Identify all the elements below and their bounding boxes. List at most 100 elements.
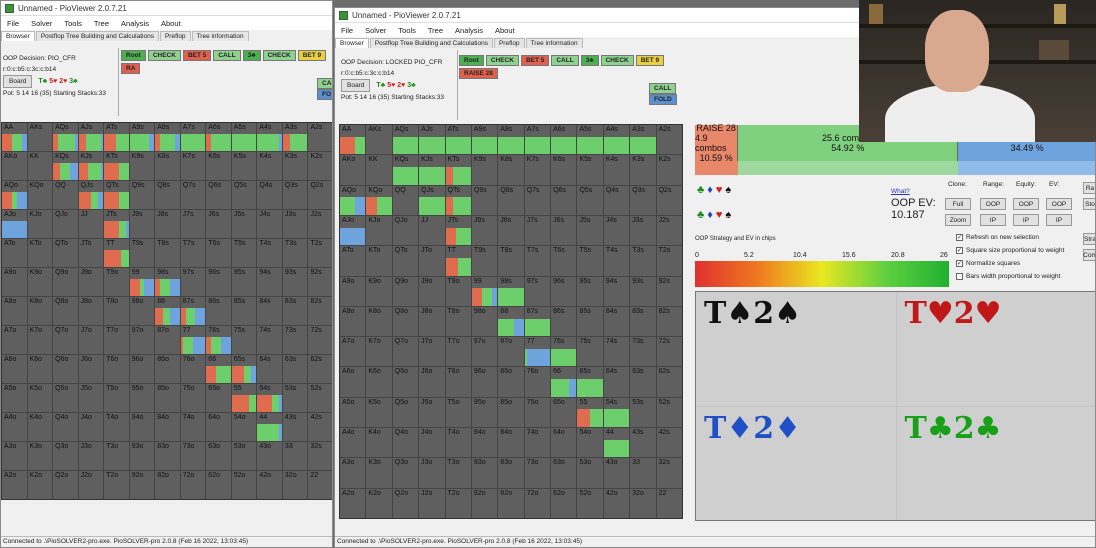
hand-cell[interactable]: 63s <box>630 367 656 397</box>
hand-cell[interactable]: Q4s <box>257 181 282 209</box>
hand-cell[interactable]: T8o <box>445 306 471 337</box>
hand-cell[interactable]: K3s <box>282 152 308 180</box>
hand-cell[interactable]: 72o <box>180 471 206 499</box>
hand-cell[interactable]: Q4o <box>53 413 78 441</box>
hand-cell[interactable]: A8s <box>155 123 180 151</box>
hand-cell[interactable]: 94s <box>257 268 282 296</box>
suit-filter-hearts[interactable]: ♥ <box>716 209 726 221</box>
hand-cell[interactable]: 83s <box>630 306 656 337</box>
hand-cell[interactable]: AKo <box>340 155 366 185</box>
hand-cell[interactable]: 73o <box>180 442 206 470</box>
suit-filter-diamonds[interactable]: ♦ <box>707 209 716 221</box>
hand-cell[interactable]: T4s <box>257 239 282 267</box>
hand-cell[interactable]: KTo <box>27 239 53 267</box>
hand-cell[interactable]: T5o <box>104 384 129 412</box>
hand-cell[interactable]: 43s <box>282 413 308 441</box>
hand-cell[interactable]: A2s <box>308 123 332 151</box>
menu-item-about[interactable]: About <box>155 19 187 28</box>
hand-cell[interactable]: 55 <box>231 384 257 412</box>
hand-cell[interactable]: 42o <box>257 471 282 499</box>
hand-cell[interactable]: 85o <box>498 397 524 428</box>
hand-cell[interactable]: K5s <box>577 155 603 185</box>
hand-cell[interactable]: J9o <box>78 268 104 296</box>
hand-cell[interactable]: 33 <box>282 442 308 470</box>
tree-node-3-[interactable]: 3♣ <box>242 50 261 61</box>
hand-cell[interactable]: Q7o <box>392 337 419 367</box>
hand-cell[interactable]: T2s <box>656 246 682 276</box>
hand-cell[interactable]: 52o <box>577 488 603 518</box>
hand-cell[interactable]: T2o <box>104 471 129 499</box>
hand-cell[interactable]: 75s <box>231 326 257 354</box>
tree-node-call[interactable]: CALL <box>649 83 677 94</box>
hand-cell[interactable]: J7o <box>78 326 104 354</box>
hand-cell[interactable]: T7o <box>445 337 471 367</box>
hand-cell[interactable]: 77 <box>524 337 551 367</box>
zoom-button[interactable]: Zoom <box>945 214 971 226</box>
hand-cell[interactable]: A4s <box>257 123 282 151</box>
hand-cell[interactable]: TT <box>104 239 129 267</box>
hand-cell[interactable]: K7s <box>524 155 551 185</box>
combo-cell[interactable]: T♣2♣ <box>896 406 1095 520</box>
hand-cell[interactable]: 99 <box>471 276 498 306</box>
hand-cell[interactable]: A6s <box>206 123 231 151</box>
hand-cell[interactable]: ATo <box>340 246 366 276</box>
hand-cell[interactable]: AQo <box>340 185 366 215</box>
hand-cell[interactable]: A2s <box>656 125 682 155</box>
hand-cell[interactable]: 82o <box>155 471 180 499</box>
hand-cell[interactable]: J6o <box>78 355 104 383</box>
hand-cell[interactable]: 98s <box>155 268 180 296</box>
hand-cell[interactable]: 64s <box>257 355 282 383</box>
hand-cell[interactable]: 86s <box>206 297 231 325</box>
hand-cell[interactable]: K3o <box>366 458 392 488</box>
tab-browser[interactable]: Browser <box>335 38 369 48</box>
hand-cell[interactable]: 92s <box>308 268 332 296</box>
hand-cell[interactable]: AJo <box>2 210 27 238</box>
hand-cell[interactable]: AJs <box>78 123 104 151</box>
hand-cell[interactable]: 75o <box>180 384 206 412</box>
hand-cell[interactable]: 53o <box>577 458 603 488</box>
hand-cell[interactable]: 96o <box>471 367 498 397</box>
hand-cell[interactable]: J3s <box>630 215 656 246</box>
tree-node-bet-5[interactable]: BET 5 <box>182 50 212 61</box>
hand-cell[interactable]: 53s <box>282 384 308 412</box>
tree-node-ra[interactable]: RA <box>121 63 141 74</box>
hand-cell[interactable]: J6s <box>551 215 577 246</box>
hand-cell[interactable]: QTo <box>392 246 419 276</box>
hand-cell[interactable]: 73s <box>630 337 656 367</box>
left-board-button[interactable]: Board <box>3 75 33 88</box>
hand-cell[interactable]: KQo <box>366 185 392 215</box>
hand-cell[interactable]: ATs <box>445 125 471 155</box>
hand-cell[interactable]: J9o <box>419 276 445 306</box>
hand-cell[interactable]: J3s <box>282 210 308 238</box>
hand-cell[interactable]: K2s <box>656 155 682 185</box>
hand-cell[interactable]: 77 <box>180 326 206 354</box>
hand-cell[interactable]: Q5o <box>392 397 419 428</box>
what-link[interactable]: What? <box>891 188 910 195</box>
hand-cell[interactable]: Q5o <box>53 384 78 412</box>
hand-cell[interactable]: AKs <box>366 125 392 155</box>
hand-cell[interactable]: 73o <box>524 458 551 488</box>
hand-cell[interactable]: 72s <box>656 337 682 367</box>
hand-cell[interactable]: 82s <box>656 306 682 337</box>
hand-cell[interactable]: K5o <box>366 397 392 428</box>
hand-cell[interactable]: T4o <box>445 428 471 458</box>
hand-cell[interactable]: 66 <box>206 355 231 383</box>
hand-cell[interactable]: Q2s <box>308 181 332 209</box>
strategy-action-0[interactable]: RAISE 28 4.9 combos 10.59 % <box>695 123 739 163</box>
tree-node-bet-5[interactable]: BET 5 <box>520 55 550 66</box>
ev-ip-button[interactable]: IP <box>1046 214 1072 226</box>
hand-cell[interactable]: K2s <box>308 152 332 180</box>
hand-cell[interactable]: A4o <box>340 428 366 458</box>
hand-cell[interactable]: 54o <box>577 428 603 458</box>
tree-node-fo[interactable]: FO <box>317 89 332 100</box>
hand-cell[interactable]: K7s <box>180 152 206 180</box>
hand-cell[interactable]: 85s <box>231 297 257 325</box>
full-button[interactable]: Full <box>945 198 971 210</box>
hand-cell[interactable]: ATs <box>104 123 129 151</box>
hand-cell[interactable]: K6o <box>366 367 392 397</box>
hand-cell[interactable]: 62o <box>551 488 577 518</box>
hand-cell[interactable]: QJo <box>392 215 419 246</box>
hand-cell[interactable]: J4s <box>257 210 282 238</box>
tree-node-root[interactable]: Root <box>459 55 484 66</box>
hand-cell[interactable]: J6s <box>206 210 231 238</box>
